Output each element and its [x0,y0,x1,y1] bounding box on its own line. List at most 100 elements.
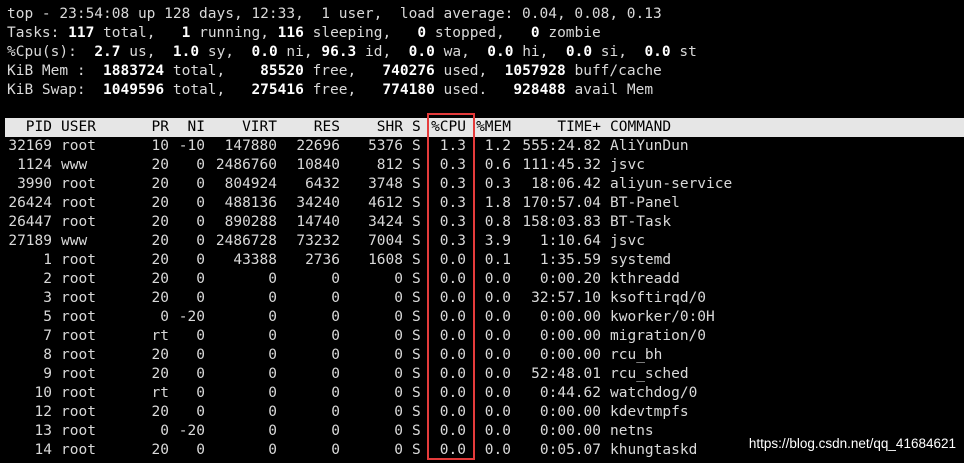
swap-total: 1049596 [103,82,165,98]
cell-pr: rt [151,385,169,401]
cpu-text: ni, [277,44,322,60]
table-row[interactable]: 2 root 20 0 0 0 0 S 0.0 0.0 0:00.20 kthreadd [0,270,964,289]
tasks-text: total, [94,25,182,41]
cpu-text: wa, [434,44,488,60]
cell-pid: 2 [43,271,52,287]
column-header-pr[interactable]: PR [152,118,169,137]
column-header-user[interactable]: USER [61,118,96,137]
cell-virt: 2486760 [215,157,277,173]
table-row[interactable]: 1124 www 20 0 2486760 10840 812 S 0.3 0.6 111:45.3… [0,156,964,175]
column-header-cmd[interactable]: COMMAND [610,118,671,137]
cell-virt: 147880 [224,138,277,154]
cpu-text: st [670,44,697,60]
cell-res: 34240 [296,195,340,211]
cell-virt: 2486728 [215,233,277,249]
column-header-shr[interactable]: SHR [377,118,403,137]
table-row[interactable]: 3 root 20 0 0 0 0 S 0.0 0.0 32:57.10 ksoftirqd/0 [0,289,964,308]
cpu-text: us, [120,44,173,60]
cell-ni: 0 [196,271,205,287]
cell-res: 0 [331,442,340,458]
cpu-st: 0.0 [644,44,671,60]
table-row[interactable]: 9 root 20 0 0 0 0 S 0.0 0.0 52:48.01 rcu_sched [0,365,964,384]
cpu-us: 2.7 [94,44,121,60]
cell-s: S [412,195,421,211]
cell-cmd: aliyun-service [610,176,733,192]
cell-s: S [412,176,421,192]
mem-cache: 1057928 [504,63,566,79]
cell-cmd: kworker/0:0H [610,309,715,325]
mem-text: free, [303,63,383,79]
table-row[interactable]: 10 root rt 0 0 0 0 S 0.0 0.0 0:44.62 watchdog/0 [0,384,964,403]
tasks-text: sleeping, [303,25,418,41]
cell-time: 555:24.82 [522,138,601,154]
column-header-virt[interactable]: VIRT [242,118,277,137]
cell-s: S [412,271,421,287]
cell-mem: 0.6 [484,157,511,173]
table-row[interactable]: 26424 root 20 0 488136 34240 4612 S 0.3 1.8 170:57… [0,194,964,213]
cell-cmd: netns [610,423,654,439]
table-row[interactable]: 1 root 20 0 43388 2736 1608 S 0.0 0.1 1:35.59 syste… [0,251,964,270]
tasks-total: 117 [68,25,95,41]
cell-cmd: BT-Task [610,214,672,230]
mem-used: 740276 [382,63,435,79]
column-header-s[interactable]: S [412,118,421,137]
cell-virt: 804924 [224,176,277,192]
cell-s: S [412,442,421,458]
column-header-ni[interactable]: NI [188,118,205,137]
column-header-mem[interactable]: %MEM [476,118,511,137]
cell-s: S [412,404,421,420]
cpu-sy: 1.0 [172,44,200,60]
table-row[interactable]: 27189 www 20 0 2486728 73232 7004 S 0.3 3.9 1:10.6… [0,232,964,251]
cell-user: root [61,385,96,401]
cell-res: 73232 [296,233,340,249]
mem-total: 1883724 [103,63,165,79]
tasks-text: stopped, [426,25,531,41]
cell-user: root [61,309,96,325]
cpu-text: sy, [199,44,252,60]
cell-time: 0:00.20 [539,271,601,287]
cell-cmd: kthreadd [610,271,680,287]
cell-virt: 0 [268,385,277,401]
cpu-ni: 0.0 [251,44,278,60]
mem-text: used, [434,63,505,79]
cell-pr: 20 [151,442,169,458]
cell-mem: 0.0 [484,442,511,458]
cell-pid: 8 [43,347,52,363]
cell-pid: 1 [43,252,52,268]
cell-virt: 0 [268,271,277,287]
cell-time: 0:00.00 [539,423,601,439]
column-header-pid[interactable]: PID [26,118,52,137]
column-header-res[interactable]: RES [314,118,340,137]
cell-cmd: watchdog/0 [610,385,698,401]
process-table-header[interactable]: PID USER PR NI VIRT RES SHR S %CPU %MEM TIME+ COMMA… [5,118,964,137]
cell-ni: 0 [196,366,205,382]
table-row[interactable]: 26447 root 20 0 890288 14740 3424 S 0.3 0.8 158:03… [0,213,964,232]
cell-user: root [61,176,96,192]
table-row[interactable]: 3990 root 20 0 804924 6432 3748 S 0.3 0.3 18:06.42… [0,175,964,194]
cell-mem: 0.0 [484,404,511,420]
cell-virt: 0 [268,347,277,363]
cell-res: 0 [331,271,340,287]
cell-cmd: rcu_sched [610,366,689,382]
table-row[interactable]: 5 root 0 -20 0 0 0 S 0.0 0.0 0:00.00 kworker/0:0H [0,308,964,327]
cell-mem: 0.8 [484,214,511,230]
table-row[interactable]: 8 root 20 0 0 0 0 S 0.0 0.0 0:00.00 rcu_bh [0,346,964,365]
table-row[interactable]: 7 root rt 0 0 0 0 S 0.0 0.0 0:00.00 migration/0 [0,327,964,346]
table-row[interactable]: 32169 root 10 -10 147880 22696 5376 S 1.3 1.2 555:… [0,137,964,156]
swap-used: 774180 [382,82,435,98]
cpu-wa: 0.0 [408,44,435,60]
summary-tasks-line: Tasks: 117 total, 1 running, 116 sleepin… [7,24,601,43]
cell-cmd: ksoftirqd/0 [610,290,707,306]
cell-user: root [61,214,96,230]
column-header-time[interactable]: TIME+ [557,118,601,137]
cell-virt: 0 [268,309,277,325]
cell-pr: 20 [151,157,169,173]
cell-s: S [412,214,421,230]
cell-user: www [61,157,88,173]
terminal-window[interactable]: top - 23:54:08 up 128 days, 12:33, 1 use… [0,0,964,463]
cell-ni: 0 [196,233,205,249]
table-row[interactable]: 12 root 20 0 0 0 0 S 0.0 0.0 0:00.00 kdevtmpfs [0,403,964,422]
cell-shr: 0 [394,442,403,458]
cell-user: root [61,271,96,287]
summary-uptime-line: top - 23:54:08 up 128 days, 12:33, 1 use… [7,5,662,24]
